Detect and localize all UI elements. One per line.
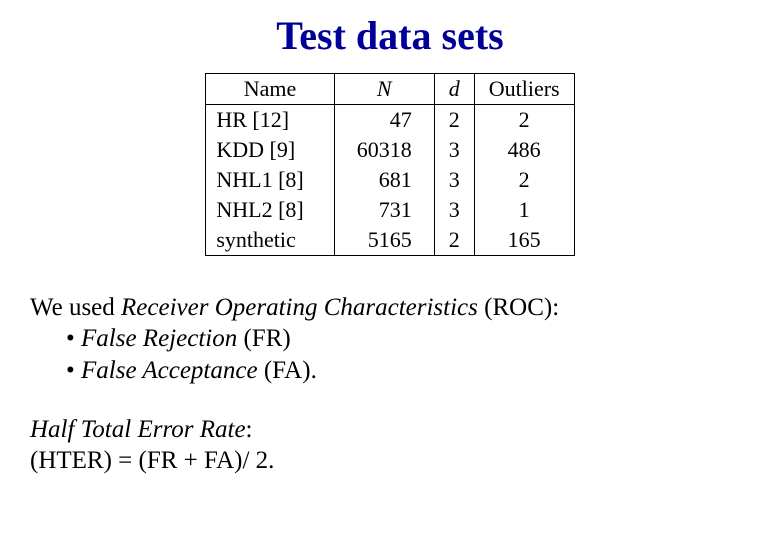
table-row: NHL2 [8] 731 3 1 [206,195,574,225]
slide: Test data sets Name N d Outliers HR [12]… [0,0,780,540]
cell-name: KDD [9] [206,135,334,165]
cell-out: 1 [474,195,574,225]
text: We used [30,294,121,321]
col-header-name: Name [206,74,334,105]
bullet-mark: • [66,325,81,352]
table-row: synthetic 5165 2 165 [206,225,574,256]
text-italic: False Rejection [81,325,237,352]
table-row: KDD [9] 60318 3 486 [206,135,574,165]
bullet-fr: • False Rejection (FR) [30,323,780,354]
cell-d: 2 [434,105,474,136]
text: (FA). [258,357,317,384]
cell-n: 47 [334,105,434,136]
cell-out: 486 [474,135,574,165]
bullet-mark: • [66,357,81,384]
cell-d: 2 [434,225,474,256]
text: (ROC): [478,294,559,321]
slide-title: Test data sets [0,0,780,59]
roc-line: We used Receiver Operating Characteristi… [30,292,780,323]
cell-n: 60318 [334,135,434,165]
cell-name: synthetic [206,225,334,256]
cell-name: HR [12] [206,105,334,136]
cell-n: 681 [334,165,434,195]
dataset-table: Name N d Outliers HR [12] 47 2 2 KDD [9]… [205,73,574,256]
hter-line1: Half Total Error Rate: [30,414,780,445]
text-italic: Half Total Error Rate [30,416,246,443]
cell-name: NHL1 [8] [206,165,334,195]
cell-name: NHL2 [8] [206,195,334,225]
bullet-fa: • False Acceptance (FA). [30,355,780,386]
text: : [246,416,253,443]
cell-out: 2 [474,165,574,195]
cell-d: 3 [434,165,474,195]
paragraph-hter: Half Total Error Rate: (HTER) = (FR + FA… [30,414,780,477]
text: (FR) [237,325,290,352]
text-italic: False Acceptance [81,357,258,384]
cell-n: 5165 [334,225,434,256]
paragraph-roc: We used Receiver Operating Characteristi… [30,292,780,386]
cell-out: 2 [474,105,574,136]
cell-d: 3 [434,195,474,225]
cell-out: 165 [474,225,574,256]
table-container: Name N d Outliers HR [12] 47 2 2 KDD [9]… [0,73,780,256]
table-row: NHL1 [8] 681 3 2 [206,165,574,195]
table-header-row: Name N d Outliers [206,74,574,105]
hter-line2: (HTER) = (FR + FA)/ 2. [30,445,780,476]
col-header-n: N [334,74,434,105]
table-row: HR [12] 47 2 2 [206,105,574,136]
col-header-outliers: Outliers [474,74,574,105]
col-header-d: d [434,74,474,105]
text-italic: Receiver Operating Characteristics [121,294,478,321]
cell-d: 3 [434,135,474,165]
cell-n: 731 [334,195,434,225]
